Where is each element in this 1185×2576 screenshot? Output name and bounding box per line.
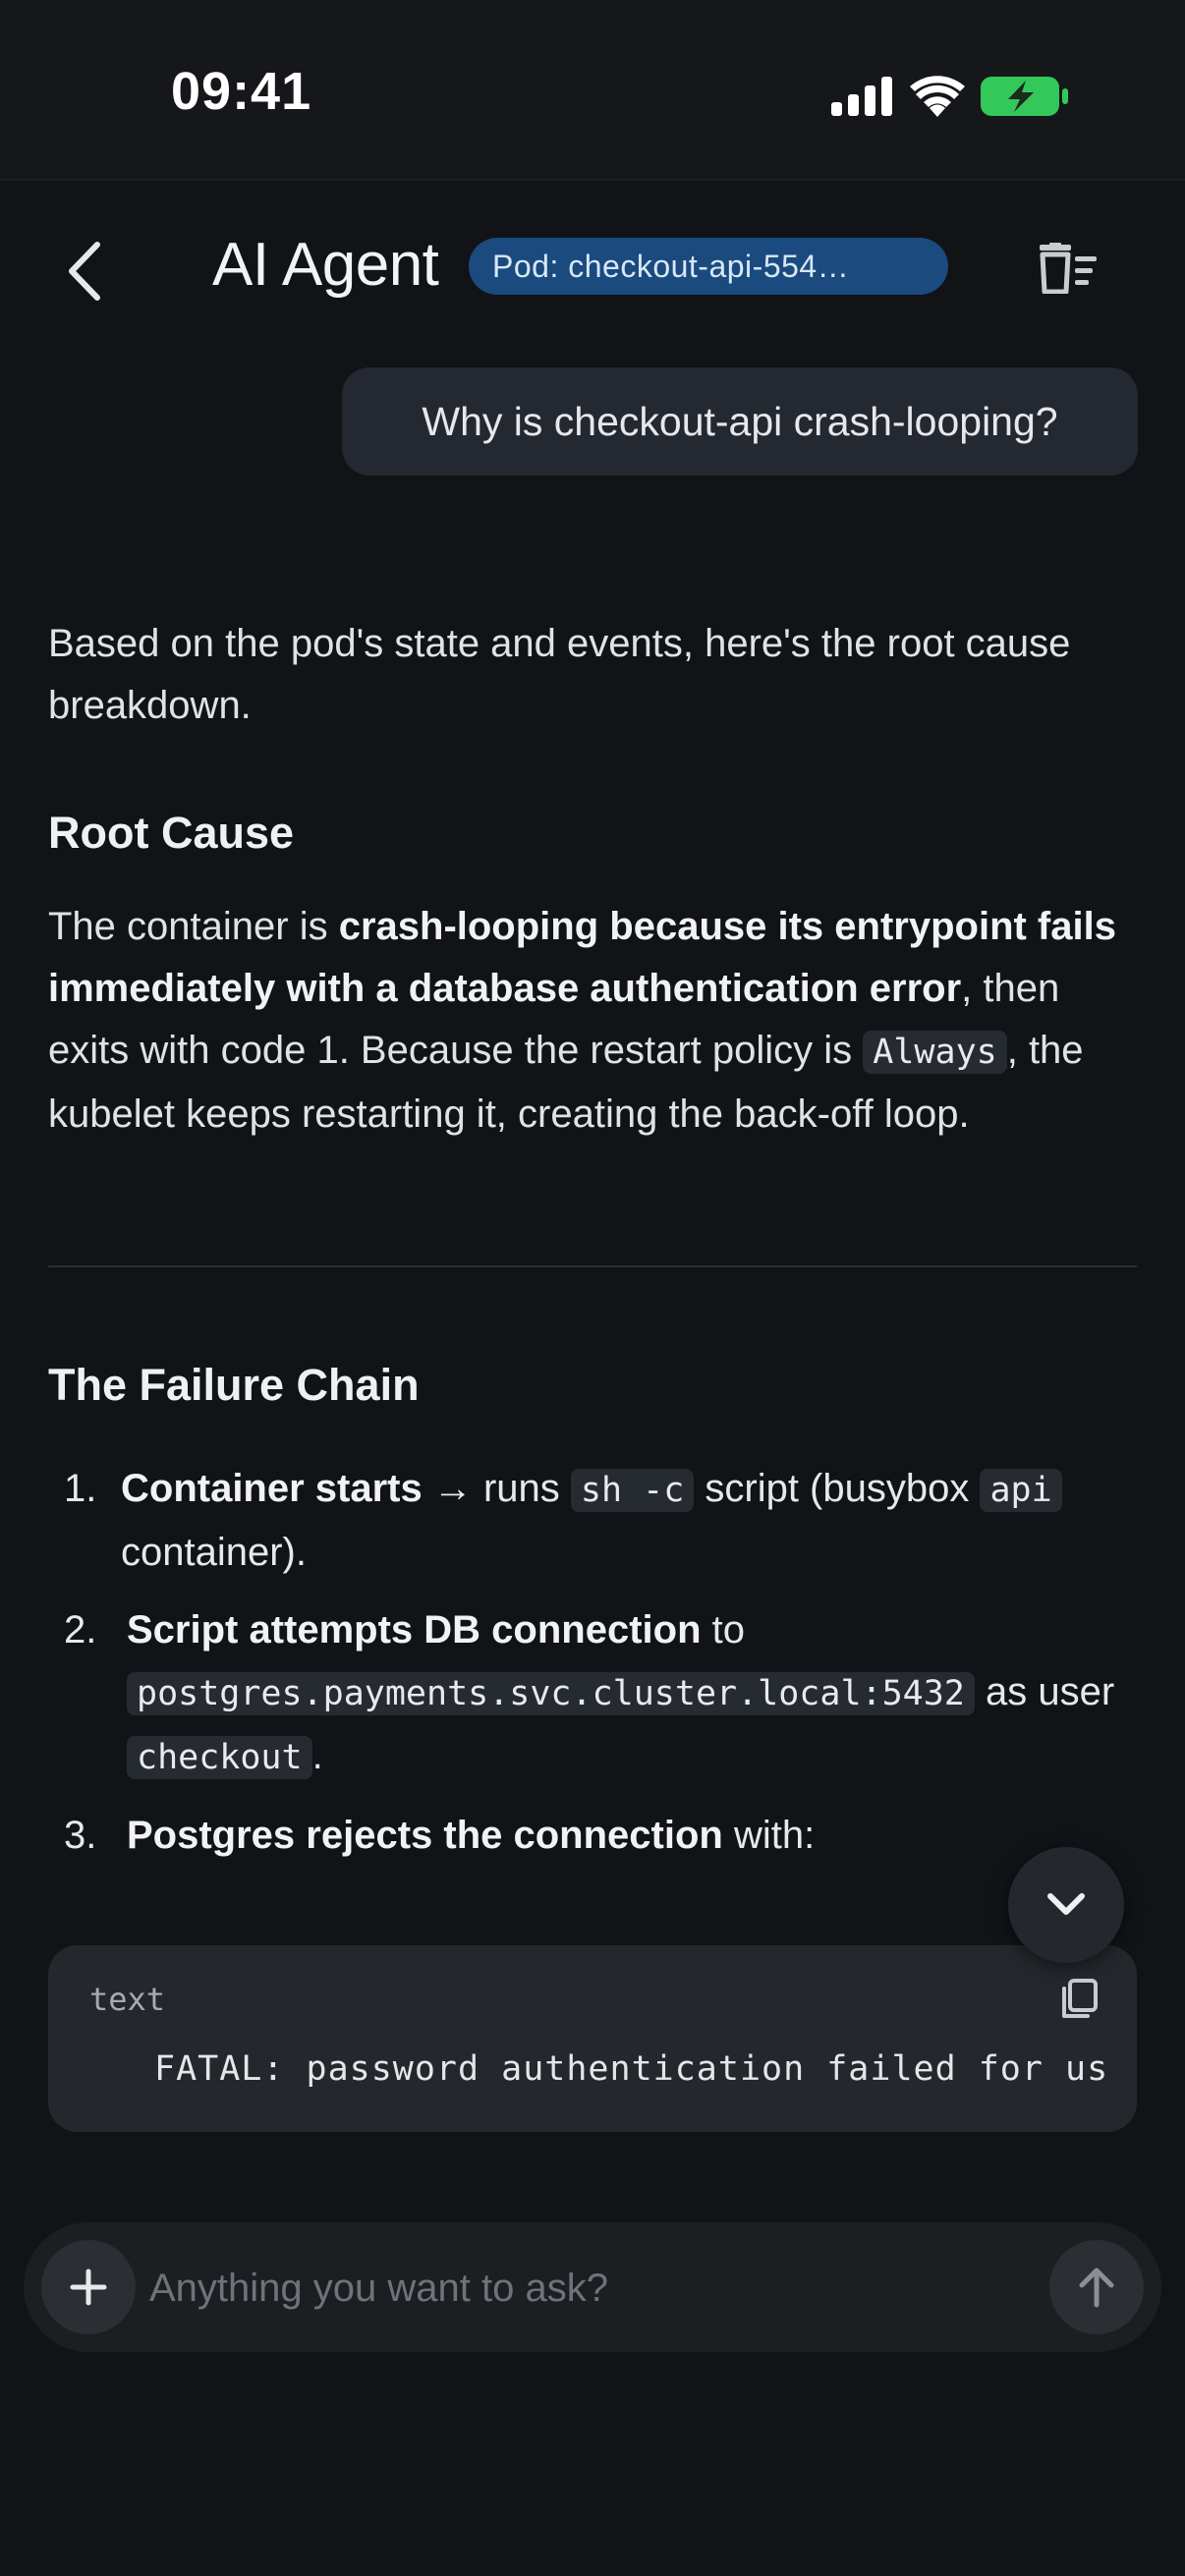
app-header: AI Agent Pod: checkout-api-554… (0, 181, 1185, 348)
text-run: with: (722, 1814, 816, 1857)
clear-chat-button[interactable] (1036, 236, 1100, 301)
signal-icon (831, 77, 892, 116)
copy-icon (1062, 1979, 1098, 2018)
clear-chat-icon (1040, 243, 1097, 294)
inline-code: checkout (127, 1736, 312, 1779)
text-run: script (busybox (694, 1467, 981, 1510)
failure-chain-section: The Failure Chain (48, 1360, 1139, 1411)
inline-code: Always (863, 1031, 1007, 1074)
page-title: AI Agent (212, 231, 439, 299)
plus-icon (70, 2268, 107, 2306)
list-number: 2. (64, 1608, 97, 1652)
list-item: 3. Postgres rejects the connection with: (48, 1805, 1149, 1867)
code-block: text FATAL: password authentication fail… (48, 1945, 1137, 2132)
list-number: 3. (64, 1814, 97, 1857)
list-item: 1. Container starts → runs sh -c script … (48, 1458, 1149, 1584)
text-run: as user (974, 1670, 1115, 1713)
intro-text: Based on the pod's state and events, her… (48, 622, 1071, 727)
root-cause-paragraph: The container is crash-looping because i… (48, 896, 1139, 1146)
message-input[interactable] (147, 2252, 1026, 2324)
text-run: . (311, 1734, 323, 1777)
root-cause-body: The container is crash-looping because i… (48, 896, 1139, 1146)
pod-context-chip[interactable]: Pod: checkout-api-554… (469, 238, 948, 295)
text-run: The container is (48, 905, 339, 948)
message-composer (24, 2222, 1161, 2352)
code-content: FATAL: password authentication failed fo… (154, 2049, 1109, 2089)
send-button[interactable] (1049, 2240, 1144, 2334)
root-cause-section: Root Cause (48, 808, 1139, 859)
chevron-left-icon (69, 242, 100, 301)
list-item: 2. Script attempts DB connection to post… (48, 1599, 1149, 1789)
bold-run: Script attempts DB connection (127, 1608, 702, 1652)
list-number: 1. (64, 1467, 97, 1510)
copy-code-button[interactable] (1056, 1977, 1100, 2020)
text-run: to (701, 1608, 745, 1652)
section-divider (48, 1265, 1137, 1267)
wifi-icon (910, 76, 965, 117)
failure-chain-list: 1. Container starts → runs sh -c script … (48, 1458, 1149, 1867)
text-run: → runs (422, 1467, 571, 1510)
code-language-label: text (89, 1981, 166, 2018)
assistant-intro: Based on the pod's state and events, her… (48, 613, 1139, 737)
inline-code: api (980, 1469, 1062, 1512)
back-button[interactable] (55, 232, 112, 310)
inline-code: postgres.payments.svc.cluster.local:5432 (127, 1672, 975, 1715)
battery-icon (981, 77, 1068, 116)
status-time: 09:41 (171, 62, 312, 121)
bold-run: Container starts (121, 1467, 423, 1510)
failure-chain-heading: The Failure Chain (48, 1360, 420, 1410)
status-icons (831, 69, 1069, 124)
status-bar: 09:41 (0, 0, 1185, 181)
arrow-up-icon (1079, 2268, 1114, 2308)
inline-code: sh -c (570, 1469, 695, 1512)
text-run: container). (121, 1531, 307, 1574)
chevron-down-icon (1047, 1893, 1085, 1915)
root-cause-heading: Root Cause (48, 808, 295, 858)
scroll-to-bottom-button[interactable] (1008, 1847, 1124, 1963)
add-attachment-button[interactable] (41, 2240, 136, 2334)
user-message-bubble: Why is checkout-api crash-looping? (342, 367, 1138, 476)
bold-run: Postgres rejects the connection (127, 1814, 723, 1857)
